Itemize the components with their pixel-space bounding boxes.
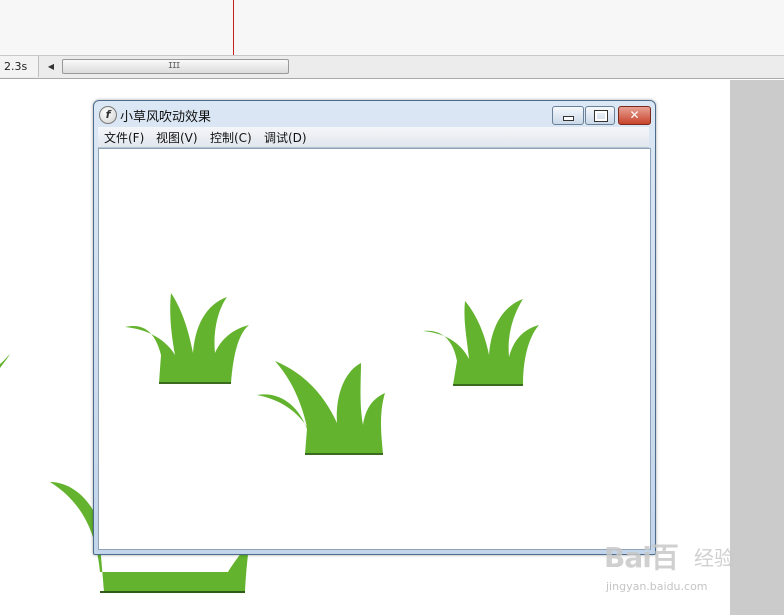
baidu-jingyan-watermark: Bai百 经验 jingyan.baidu.com (596, 528, 746, 598)
flash-app-icon: f (99, 106, 117, 124)
grass-shape (423, 299, 539, 385)
title-bar[interactable]: f 小草风吹动效果 ✕ (94, 101, 655, 127)
minimize-icon (563, 116, 574, 121)
menu-control[interactable]: 控制(C) (210, 129, 252, 146)
grass-clump (423, 299, 539, 386)
watermark-url: jingyan.baidu.com (606, 580, 708, 593)
flash-player-window: f 小草风吹动效果 ✕ 文件(F) 视图(V) 控制(C) 调试(D) (93, 100, 656, 555)
menu-view[interactable]: 视图(V) (156, 129, 198, 146)
menu-file[interactable]: 文件(F) (104, 129, 144, 146)
watermark-logo: Bai百 (604, 541, 679, 574)
grass-shape (125, 293, 249, 383)
menu-debug[interactable]: 调试(D) (264, 129, 307, 146)
editor-stage-top (0, 0, 784, 55)
close-icon: ✕ (629, 108, 640, 122)
timeline-scrollbar-thumb[interactable]: III (62, 59, 289, 74)
timeline-playhead[interactable] (233, 0, 234, 55)
grass-base-line (159, 382, 231, 384)
maximize-button[interactable] (585, 106, 615, 125)
grass-base-line (453, 384, 523, 386)
timeline-bar: 2.3s ◀ III (0, 55, 784, 79)
minimize-button[interactable] (552, 106, 584, 125)
scroll-left-arrow-icon[interactable]: ◀ (44, 59, 58, 74)
grass-base-line (305, 453, 383, 455)
maximize-icon (594, 110, 608, 122)
grass-clump (125, 293, 249, 384)
grip-icon: III (168, 61, 180, 70)
watermark-text: 经验 (694, 546, 734, 570)
stage-grass-base-line (100, 591, 245, 593)
grass-clump (257, 361, 385, 455)
close-button[interactable]: ✕ (618, 106, 651, 125)
window-title: 小草风吹动效果 (120, 110, 212, 125)
movie-stage[interactable] (98, 148, 651, 550)
grass-shape (257, 361, 385, 454)
current-time-label: 2.3s (0, 56, 39, 77)
menu-bar: 文件(F) 视图(V) 控制(C) 调试(D) (98, 127, 649, 148)
stage-grass-blade-small (0, 354, 10, 368)
